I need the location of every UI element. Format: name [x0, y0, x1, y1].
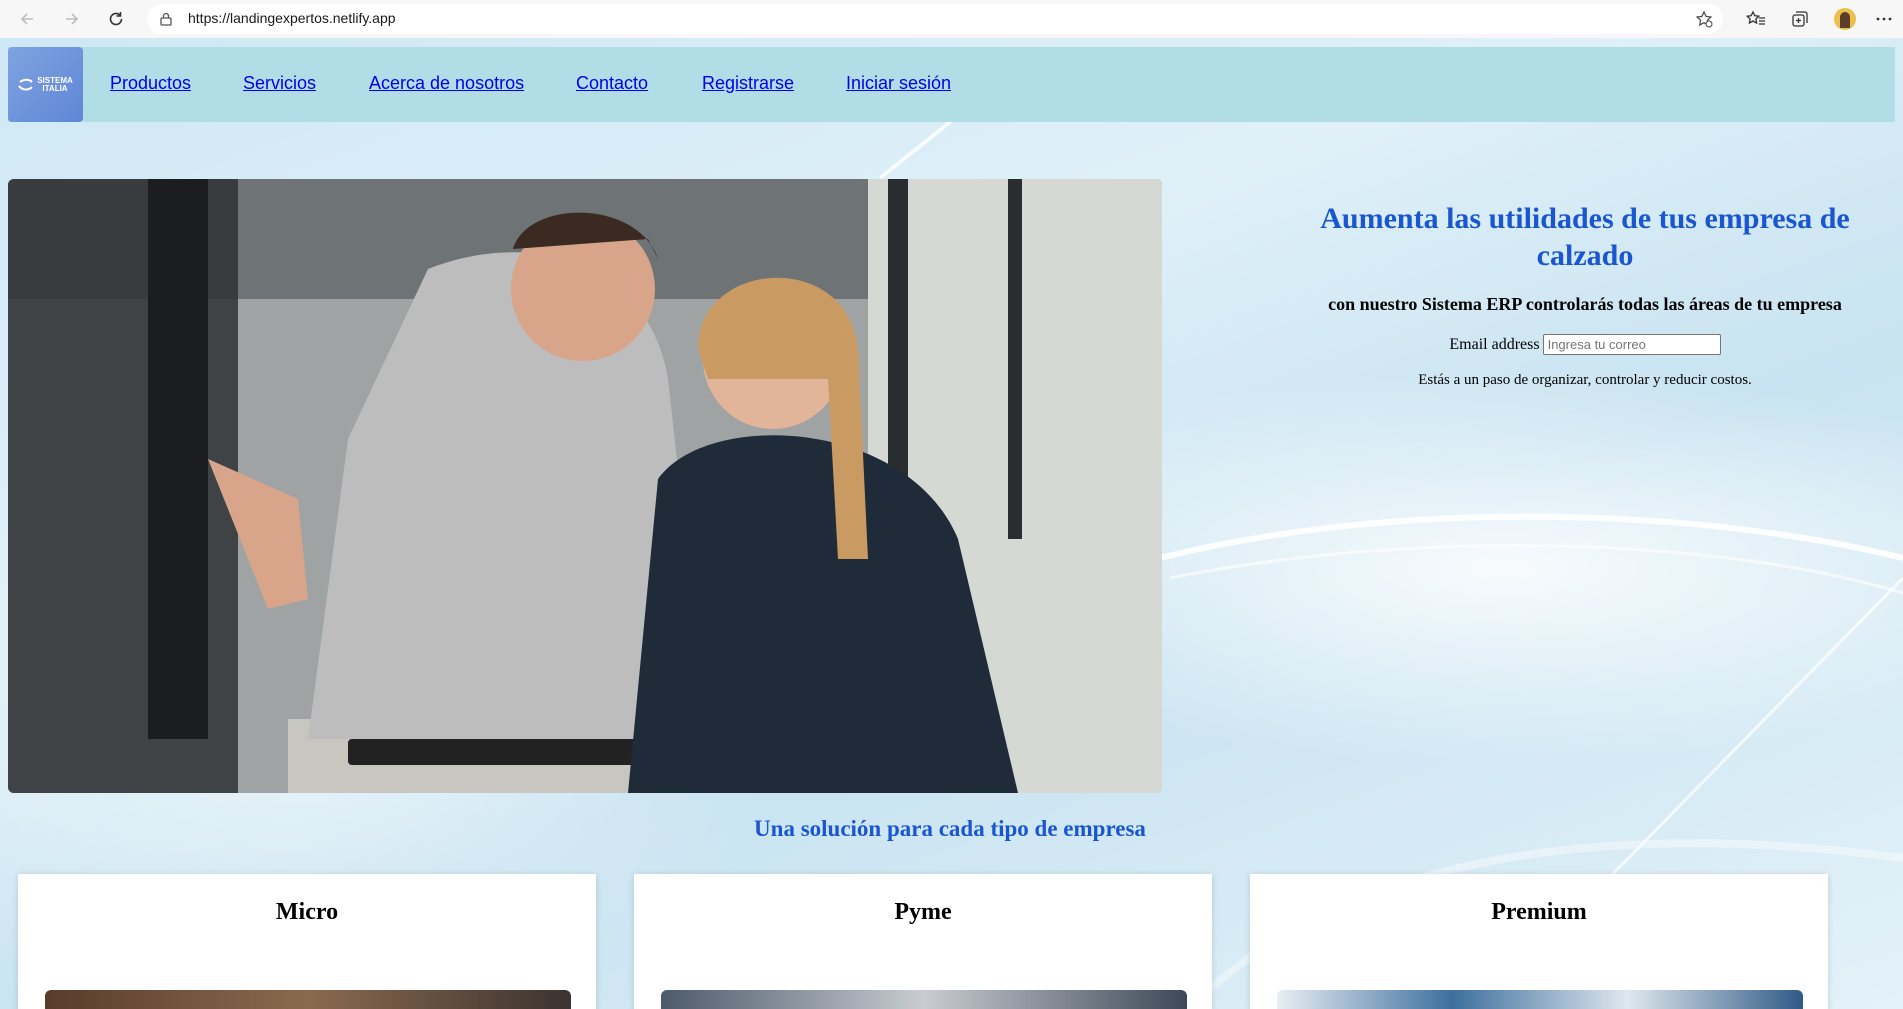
card-title: Premium	[1491, 899, 1587, 925]
browser-toolbar: https://landingexpertos.netlify.app	[0, 0, 1903, 38]
nav-link-servicios[interactable]: Servicios	[243, 73, 316, 94]
collections-icon[interactable]	[1790, 9, 1810, 29]
refresh-icon[interactable]	[104, 7, 128, 31]
hero-title: Aumenta las utilidades de tus empresa de…	[1320, 202, 1850, 272]
logo-line-2: ITALIA	[42, 83, 68, 93]
solutions-title: Una solución para cada tipo de empresa	[754, 816, 1146, 841]
main-navbar: SISTEMA ITALIA Productos Servicios Acerc…	[8, 47, 1895, 122]
profile-avatar[interactable]	[1834, 8, 1856, 30]
card-title: Micro	[275, 899, 339, 925]
hero-subtitle: con nuestro Sistema ERP controlarás toda…	[1328, 294, 1842, 314]
site-logo[interactable]: SISTEMA ITALIA	[8, 47, 83, 122]
logo-swirl-icon	[18, 78, 33, 90]
nav-link-productos[interactable]: Productos	[110, 73, 191, 94]
email-label: Email address	[1449, 335, 1540, 353]
card-title: Pyme	[894, 899, 952, 925]
web-page: SISTEMA ITALIA Productos Servicios Acerc…	[0, 38, 1903, 1009]
hero-note: Estás a un paso de organizar, controlar …	[1418, 372, 1752, 388]
plan-card-micro[interactable]: Micro	[18, 874, 596, 1009]
card-image-micro	[45, 990, 571, 1009]
forward-icon[interactable]	[60, 7, 84, 31]
nav-link-contacto[interactable]: Contacto	[576, 73, 648, 94]
favorites-icon[interactable]	[1746, 9, 1766, 29]
url-text[interactable]: https://landingexpertos.netlify.app	[188, 10, 396, 26]
nav-link-acerca[interactable]: Acerca de nosotros	[369, 73, 524, 94]
email-input[interactable]	[1542, 334, 1721, 355]
plan-card-pyme[interactable]: Pyme	[634, 874, 1212, 1009]
hero-image	[8, 179, 1162, 793]
lock-icon[interactable]	[158, 11, 174, 27]
more-icon[interactable]	[1874, 9, 1894, 29]
card-image-pyme	[661, 990, 1187, 1009]
nav-link-registrarse[interactable]: Registrarse	[702, 73, 794, 94]
email-form: Email address	[1290, 334, 1880, 355]
nav-link-iniciar-sesion[interactable]: Iniciar sesión	[846, 73, 951, 94]
hero-photo-illustration	[8, 179, 1162, 793]
plan-card-premium[interactable]: Premium	[1250, 874, 1828, 1009]
card-image-premium	[1277, 990, 1803, 1009]
logo-text: SISTEMA ITALIA	[37, 76, 73, 93]
add-favorite-icon[interactable]	[1695, 10, 1713, 28]
address-bar[interactable]: https://landingexpertos.netlify.app	[147, 4, 1723, 34]
back-icon[interactable]	[15, 7, 39, 31]
